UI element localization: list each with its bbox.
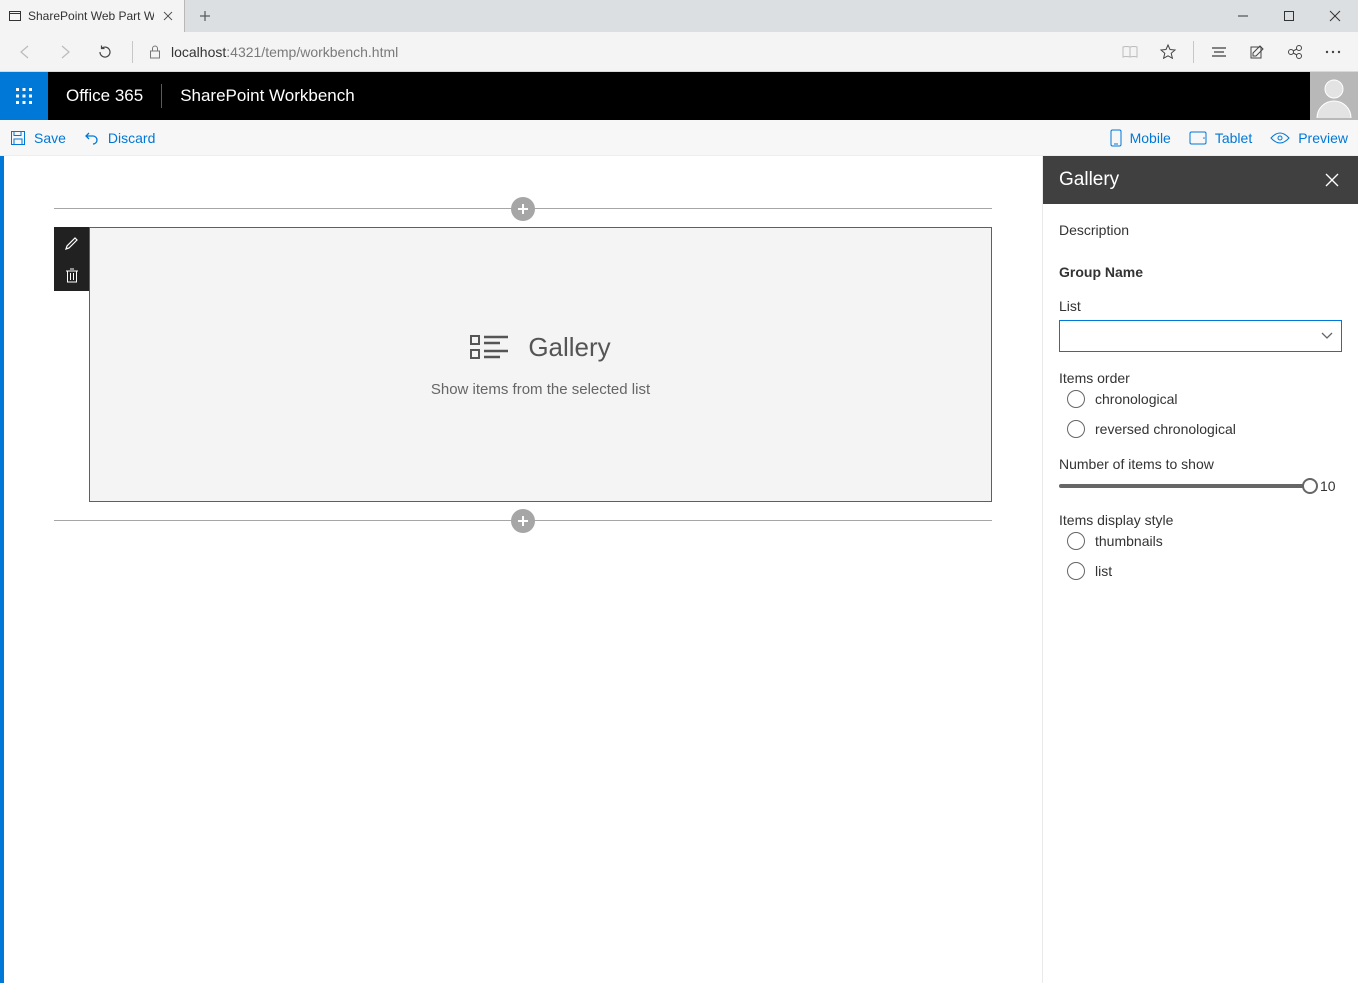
user-avatar[interactable] — [1310, 72, 1358, 120]
close-tab-icon[interactable] — [160, 8, 176, 24]
tablet-label: Tablet — [1215, 130, 1252, 146]
url-path: :4321/temp/workbench.html — [226, 44, 398, 60]
radio-label: chronological — [1095, 391, 1178, 407]
list-field-label: List — [1059, 298, 1342, 314]
radio-label: list — [1095, 563, 1112, 579]
undo-icon — [84, 130, 100, 146]
radio-label: reversed chronological — [1095, 421, 1236, 437]
app-launcher-button[interactable] — [0, 72, 48, 120]
add-section-line-top — [54, 208, 992, 209]
new-tab-button[interactable] — [185, 0, 225, 32]
edit-webpart-button[interactable] — [54, 227, 89, 259]
addr-divider — [132, 41, 133, 63]
pencil-icon — [64, 235, 80, 251]
addr-right-icons — [1111, 32, 1352, 72]
discard-label: Discard — [108, 130, 155, 146]
display-style-label: Items display style — [1059, 512, 1342, 528]
lock-icon[interactable] — [141, 32, 169, 72]
num-items-field: Number of items to show 10 — [1059, 456, 1342, 494]
num-items-value: 10 — [1320, 478, 1342, 494]
items-order-label: Items order — [1059, 370, 1342, 386]
addr-divider-2 — [1193, 41, 1194, 63]
chevron-down-icon — [1321, 332, 1333, 340]
suite-bar: Office 365 SharePoint Workbench — [0, 72, 1358, 120]
save-icon — [10, 130, 26, 146]
close-pane-button[interactable] — [1322, 170, 1342, 190]
save-button[interactable]: Save — [10, 130, 66, 146]
slider-thumb[interactable] — [1302, 478, 1318, 494]
minimize-button[interactable] — [1220, 0, 1266, 32]
property-pane-title: Gallery — [1059, 169, 1119, 191]
webpart-toolbar — [54, 227, 89, 291]
preview-label: Preview — [1298, 130, 1348, 146]
property-pane-header: Gallery — [1043, 156, 1358, 204]
add-section-button-bottom[interactable] — [511, 509, 535, 533]
window-controls — [1220, 0, 1358, 32]
radio-icon — [1067, 390, 1085, 408]
property-pane-body: Description Group Name List Items order … — [1043, 204, 1358, 596]
list-icon — [470, 333, 510, 361]
webpart-selection[interactable]: Gallery Show items from the selected lis… — [89, 227, 992, 502]
refresh-button[interactable] — [86, 32, 124, 72]
browser-tab[interactable]: SharePoint Web Part W — [0, 0, 185, 32]
property-pane: Gallery Description Group Name List Item… — [1042, 156, 1358, 983]
maximize-button[interactable] — [1266, 0, 1312, 32]
webpart-description: Show items from the selected list — [431, 381, 650, 398]
radio-icon — [1067, 562, 1085, 580]
radio-thumbnails[interactable]: thumbnails — [1067, 532, 1342, 550]
canvas-area: Gallery Show items from the selected lis… — [0, 156, 1042, 983]
notes-icon[interactable] — [1238, 32, 1276, 72]
browser-titlebar: SharePoint Web Part W — [0, 0, 1358, 32]
close-window-button[interactable] — [1312, 0, 1358, 32]
preview-button[interactable]: Preview — [1270, 130, 1348, 146]
mobile-view-button[interactable]: Mobile — [1110, 129, 1171, 147]
radio-label: thumbnails — [1095, 533, 1163, 549]
radio-chronological[interactable]: chronological — [1067, 390, 1342, 408]
display-style-field: Items display style thumbnails list — [1059, 512, 1342, 580]
page-icon — [8, 9, 22, 23]
suite-brand[interactable]: Office 365 — [48, 72, 161, 120]
command-bar: Save Discard Mobile Tablet Preview — [0, 120, 1358, 156]
num-items-label: Number of items to show — [1059, 456, 1342, 472]
url-host: localhost — [171, 44, 226, 60]
back-button[interactable] — [6, 32, 44, 72]
add-section-line-bottom — [54, 520, 992, 521]
radio-reversed-chronological[interactable]: reversed chronological — [1067, 420, 1342, 438]
webpart-title: Gallery — [528, 332, 610, 363]
webpart-title-row: Gallery — [470, 332, 610, 363]
eye-icon — [1270, 132, 1290, 144]
forward-button[interactable] — [46, 32, 84, 72]
hub-icon[interactable] — [1200, 32, 1238, 72]
reading-view-icon[interactable] — [1111, 32, 1149, 72]
suite-app-title: SharePoint Workbench — [162, 72, 373, 120]
delete-webpart-button[interactable] — [54, 259, 89, 291]
radio-icon — [1067, 532, 1085, 550]
radio-list[interactable]: list — [1067, 562, 1342, 580]
webpart-row: Gallery Show items from the selected lis… — [54, 227, 992, 502]
trash-icon — [65, 267, 79, 283]
discard-button[interactable]: Discard — [84, 130, 155, 146]
browser-tab-title: SharePoint Web Part W — [28, 9, 154, 23]
radio-icon — [1067, 420, 1085, 438]
more-icon[interactable] — [1314, 32, 1352, 72]
url-text[interactable]: localhost:4321/temp/workbench.html — [171, 44, 398, 60]
pane-description: Description — [1059, 222, 1342, 238]
list-dropdown[interactable] — [1059, 320, 1342, 352]
add-section-button-top[interactable] — [511, 197, 535, 221]
share-icon[interactable] — [1276, 32, 1314, 72]
save-label: Save — [34, 130, 66, 146]
close-icon — [1325, 173, 1339, 187]
num-items-slider[interactable] — [1059, 484, 1310, 488]
items-order-field: Items order chronological reversed chron… — [1059, 370, 1342, 438]
mobile-icon — [1110, 129, 1122, 147]
favorite-icon[interactable] — [1149, 32, 1187, 72]
pane-group-name: Group Name — [1059, 264, 1342, 280]
list-field: List — [1059, 298, 1342, 352]
tablet-icon — [1189, 131, 1207, 145]
main-layout: Gallery Show items from the selected lis… — [0, 156, 1358, 983]
tablet-view-button[interactable]: Tablet — [1189, 130, 1252, 146]
mobile-label: Mobile — [1130, 130, 1171, 146]
browser-address-bar: localhost:4321/temp/workbench.html — [0, 32, 1358, 72]
